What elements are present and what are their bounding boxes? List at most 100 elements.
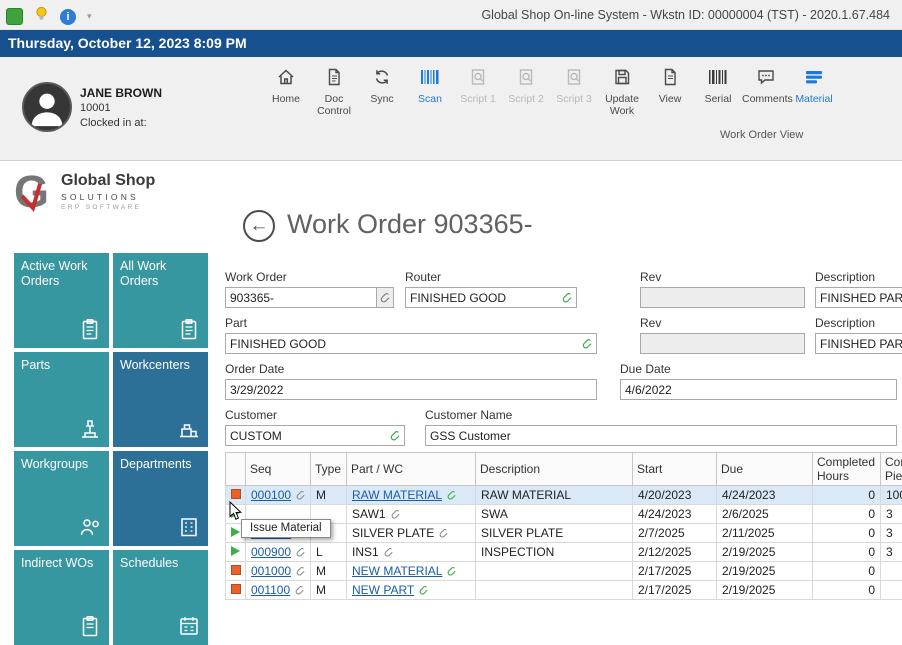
sidebar-tile-workcenters[interactable]: Workcenters (113, 352, 208, 447)
rev-input[interactable] (641, 291, 804, 305)
table-row[interactable]: 001000 M NEW MATERIAL 2/17/2025 2/19/202… (226, 562, 902, 581)
due-date-input[interactable] (621, 383, 896, 397)
mouse-cursor (229, 501, 243, 526)
col-seq[interactable]: Seq (246, 453, 311, 486)
col-part-wc[interactable]: Part / WC (347, 453, 476, 486)
speech-bubble-icon (742, 65, 790, 89)
part-label: Part (225, 316, 597, 330)
barcode-scan-icon (406, 65, 454, 89)
user-name: JANE BROWN (80, 86, 162, 100)
attachment-green-icon[interactable] (418, 585, 429, 596)
description-input[interactable] (816, 291, 902, 305)
attachment-icon[interactable] (390, 509, 401, 520)
global-shop-logo: G Global Shop SOLUTIONS ERP SOFTWARE (14, 168, 155, 218)
rev-label: Rev (640, 316, 805, 330)
sync-icon (358, 65, 406, 89)
col-start[interactable]: Start (633, 453, 717, 486)
clipboard-icon (78, 317, 102, 341)
back-button[interactable]: ← (243, 210, 275, 242)
order-date-label: Order Date (225, 362, 597, 376)
barcode-icon (694, 65, 742, 89)
rev-input[interactable] (641, 337, 804, 351)
logo-red-swoosh (16, 174, 52, 216)
view-document-icon (646, 65, 694, 89)
work-order-input[interactable] (226, 291, 376, 305)
part-link[interactable]: NEW MATERIAL (352, 564, 442, 578)
sidebar-tile-schedules[interactable]: Schedules (113, 550, 208, 645)
toolbar-script-1[interactable]: Script 1 (454, 65, 502, 118)
part-input[interactable] (226, 337, 581, 351)
col-type[interactable]: Type (311, 453, 347, 486)
table-header-row: Seq Type Part / WC Description Start Due… (226, 453, 902, 486)
app-icon[interactable] (6, 8, 23, 25)
attachment-icon[interactable] (438, 528, 449, 539)
attachment-button[interactable] (376, 288, 393, 307)
toolbar-update-work[interactable]: Update Work (598, 65, 646, 118)
rev-label: Rev (640, 270, 805, 284)
toolbar-doc-control[interactable]: Doc Control (310, 65, 358, 118)
customer-name-input[interactable] (426, 429, 896, 443)
col-due[interactable]: Due (717, 453, 813, 486)
toolbar-comments[interactable]: Comments (742, 65, 790, 118)
attachment-icon[interactable] (295, 547, 306, 558)
description-input[interactable] (816, 337, 902, 351)
sidebar-tile-workgroups[interactable]: Workgroups (14, 451, 109, 546)
sidebar: Active Work Orders All Work Orders Parts… (14, 253, 208, 645)
sidebar-tile-all-work-orders[interactable]: All Work Orders (113, 253, 208, 348)
toolbar-material[interactable]: Material (790, 65, 838, 118)
part-link[interactable]: RAW MATERIAL (352, 488, 442, 502)
toolbar-script-3[interactable]: Script 3 (550, 65, 598, 118)
toolbar-script-2[interactable]: Script 2 (502, 65, 550, 118)
attachment-green-icon[interactable] (446, 566, 457, 577)
table-row[interactable]: 000900 L INS1 INSPECTION 2/12/2025 2/19/… (226, 543, 902, 562)
toolbar-sync[interactable]: Sync (358, 65, 406, 118)
description-field-1: Description (815, 270, 902, 308)
toolbar-home[interactable]: Home (262, 65, 310, 118)
col-description[interactable]: Description (476, 453, 633, 486)
attachment-icon[interactable] (383, 547, 394, 558)
play-icon (231, 546, 240, 556)
attachment-green-icon[interactable] (581, 338, 593, 350)
seq-link[interactable]: 001100 (251, 583, 290, 597)
info-icon[interactable]: i (60, 9, 76, 25)
sidebar-tile-departments[interactable]: Departments (113, 451, 208, 546)
order-date-field: Order Date (225, 362, 597, 400)
order-date-input[interactable] (226, 383, 596, 397)
col-completed-pieces[interactable]: Completed Pieces (881, 453, 902, 486)
part-link[interactable]: NEW PART (352, 583, 414, 597)
router-input[interactable] (406, 291, 561, 305)
col-completed-hours[interactable]: Completed Hours (813, 453, 881, 486)
sidebar-tile-indirect-wos[interactable]: Indirect WOs (14, 550, 109, 645)
router-label: Router (405, 270, 577, 284)
seq-link[interactable]: 000900 (251, 545, 291, 559)
attachment-green-icon[interactable] (446, 490, 457, 501)
toolbar-view[interactable]: View (646, 65, 694, 118)
due-date-field: Due Date (620, 362, 897, 400)
attachment-icon[interactable] (295, 566, 306, 577)
tooltip: Issue Material (241, 519, 331, 538)
sidebar-tile-parts[interactable]: Parts (14, 352, 109, 447)
table-row[interactable]: 001100 M NEW PART 2/17/2025 2/19/2025 0 (226, 581, 902, 600)
customer-input[interactable] (226, 429, 389, 443)
description-label: Description (815, 270, 902, 284)
attachment-green-icon[interactable] (561, 292, 573, 304)
attachment-icon[interactable] (294, 585, 305, 596)
people-machine-icon (78, 515, 102, 539)
toolbar-scan[interactable]: Scan (406, 65, 454, 118)
table-row[interactable]: 000100 M RAW MATERIAL RAW MATERIAL 4/20/… (226, 486, 902, 505)
attachment-icon[interactable] (295, 490, 306, 501)
customer-field: Customer (225, 408, 405, 446)
avatar[interactable] (22, 82, 72, 132)
sidebar-tile-active-work-orders[interactable]: Active Work Orders (14, 253, 109, 348)
part-text: SAW1 (352, 507, 386, 521)
toolbar-serial[interactable]: Serial (694, 65, 742, 118)
script-search-icon (454, 65, 502, 89)
attachment-green-icon[interactable] (389, 430, 401, 442)
lightbulb-icon[interactable] (34, 6, 49, 27)
clipboard-icon (177, 317, 201, 341)
seq-link[interactable]: 001000 (251, 564, 291, 578)
play-icon (231, 527, 240, 537)
clipboard-icon (78, 614, 102, 638)
dropdown-caret-icon[interactable]: ▾ (87, 11, 92, 22)
seq-link[interactable]: 000100 (251, 488, 291, 502)
